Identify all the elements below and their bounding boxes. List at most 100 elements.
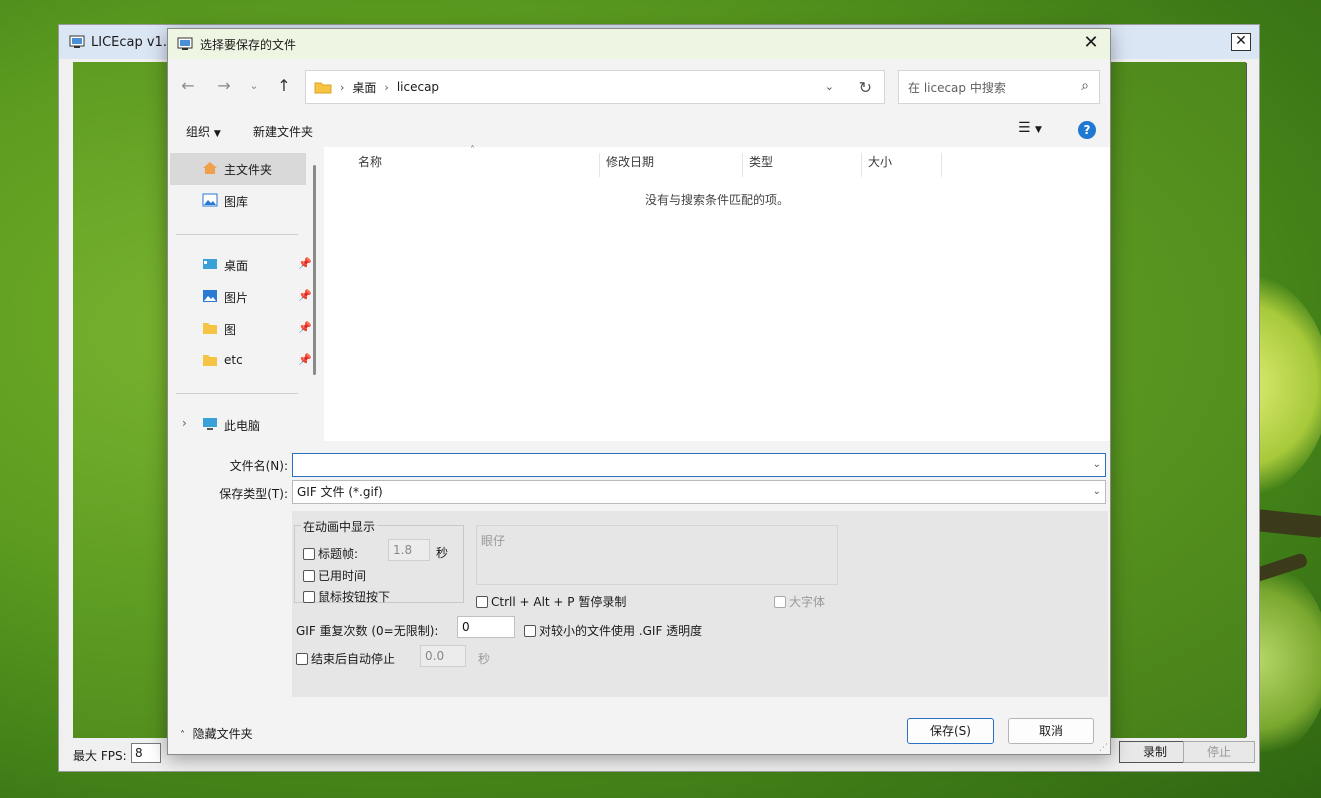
checkbox-label: Ctrll + Alt + P 暂停录制 [491,595,627,609]
nav-scrollbar[interactable] [313,165,316,375]
pin-icon[interactable]: 📌 [298,257,312,270]
nav-item-label: etc [224,353,243,367]
nav-divider [176,234,298,235]
nav-item-home[interactable]: 主文件夹 [170,153,306,185]
back-arrow-icon[interactable]: ← [178,77,198,97]
checkbox-label: 对较小的文件使用 .GIF 透明度 [539,624,703,638]
checkbox-box[interactable] [303,547,315,560]
chevron-down-icon[interactable]: ⌄ [1093,481,1101,503]
nav-item-this-pc[interactable]: › 此电脑 [170,409,306,441]
auto-stop-checkbox[interactable]: 结束后自动停止 [296,650,395,667]
breadcrumb-desktop[interactable]: 桌面 [352,79,376,96]
dialog-footer: ˄ 隐藏文件夹 保存(S) 取消 ⋰ [168,709,1110,755]
empty-message: 没有与搜索条件匹配的项。 [644,193,789,207]
view-options-icon[interactable]: ☰ ▼ [1018,120,1042,136]
filename-label: 文件名(N): [229,459,288,473]
checkbox-box[interactable] [303,590,315,603]
filetype-label: 保存类型(T): [219,487,288,501]
nav-item-label: 主文件夹 [224,163,273,177]
checkbox-box[interactable] [303,569,315,582]
computer-icon [203,418,217,430]
column-header-size[interactable]: 大小 [862,153,942,177]
filename-input[interactable]: ⌄ [292,453,1106,477]
file-list[interactable]: ˄ 名称 修改日期 类型 大小 没有与搜索条件匹配的项。 [324,145,1110,441]
nav-item-etc[interactable]: etc 📌 [170,345,312,377]
mouse-button-checkbox[interactable]: 鼠标按钮按下 [303,588,390,605]
forward-arrow-icon[interactable]: → [214,77,234,97]
folder-icon [203,355,217,366]
organize-label: 组织 [186,125,211,139]
search-icon[interactable]: ⌕ [1081,78,1089,94]
column-header-name[interactable]: 名称 [352,153,600,177]
checkbox-label: 标题帧: [318,547,359,561]
save-button[interactable]: 保存(S) [907,718,994,744]
help-icon[interactable]: ? [1078,121,1096,139]
breadcrumb-separator-icon: › [340,80,345,94]
home-icon [203,162,217,174]
auto-stop-seconds-input[interactable]: 0.0 [420,645,466,667]
cancel-button[interactable]: 取消 [1008,718,1094,744]
filetype-select[interactable]: GIF 文件 (*.gif) ⌄ [292,480,1106,504]
nav-item-label: 图 [224,323,237,337]
nav-item-desktop[interactable]: 桌面 📌 [170,249,312,281]
pause-hotkey-checkbox[interactable]: Ctrll + Alt + P 暂停录制 [476,593,626,610]
fps-label: 最大 FPS: [73,749,127,763]
up-arrow-icon[interactable]: ↑ [274,77,294,97]
licecap-app-icon [69,35,85,48]
pin-icon[interactable]: 📌 [298,289,312,302]
stop-button[interactable]: 停止 [1183,741,1255,763]
pin-icon[interactable]: 📌 [298,321,312,334]
dialog-titlebar: 选择要保存的文件 [168,29,1110,59]
breadcrumb-separator-icon: › [384,80,389,94]
filetype-value: GIF 文件 (*.gif) [297,485,383,499]
big-font-checkbox[interactable]: 大字体 [774,593,825,610]
organize-menu[interactable]: 组织 ▼ [186,123,221,140]
recent-locations-chevron-icon[interactable]: ⌄ [244,77,264,97]
folder-icon [203,323,217,334]
hide-folders-toggle[interactable]: ˄ 隐藏文件夹 [180,725,253,742]
title-text-box[interactable]: 眼仔 [476,525,838,585]
group-title: 在动画中显示 [301,518,378,535]
breadcrumb-licecap[interactable]: licecap [397,80,439,94]
navigation-pane: 主文件夹 图库 桌面 📌 图片 📌 图 📌 etc 📌 › 此电脑 [168,147,324,441]
chevron-down-icon: ▼ [213,129,221,139]
column-header-type[interactable]: 类型 [743,153,862,177]
folder-icon [314,82,332,94]
nav-item-label: 此电脑 [224,419,261,433]
nav-item-label: 图片 [224,291,249,305]
command-toolbar: 组织 ▼ 新建文件夹 ☰ ▼ ? [168,115,1110,147]
address-dropdown-icon[interactable]: ⌄ [825,80,834,93]
title-frame-seconds-input[interactable]: 1.8 [388,539,430,561]
close-icon[interactable]: ✕ [1080,33,1102,55]
gif-repeat-input[interactable]: 0 [457,616,515,638]
gif-repeat-label: GIF 重复次数 (0=无限制): [296,624,439,638]
expand-chevron-icon[interactable]: › [182,416,187,430]
checkbox-box[interactable] [774,595,786,608]
title-frame-checkbox[interactable]: 标题帧: [303,545,358,562]
column-header-modified[interactable]: 修改日期 [600,153,743,177]
resize-grip-icon[interactable]: ⋰ [1099,743,1108,753]
search-box[interactable]: 在 licecap 中搜索 ⌕ [898,70,1100,104]
nav-item-folder-tu[interactable]: 图 📌 [170,313,312,345]
pin-icon[interactable]: 📌 [298,353,312,366]
save-file-dialog: 选择要保存的文件 ✕ ← → ⌄ ↑ › 桌面 › licecap ⌄ ↻ 在 … [167,28,1111,755]
gif-transparency-checkbox[interactable]: 对较小的文件使用 .GIF 透明度 [524,622,702,639]
nav-item-pictures[interactable]: 图片 📌 [170,281,312,313]
record-button[interactable]: 录制 [1119,741,1191,763]
chevron-down-icon[interactable]: ⌄ [1093,454,1101,476]
refresh-icon[interactable]: ↻ [859,78,872,97]
fps-input[interactable]: 8 [131,743,161,763]
desktop-icon [203,259,217,269]
address-bar[interactable]: › 桌面 › licecap ⌄ ↻ [305,70,885,104]
search-input[interactable]: 在 licecap 中搜索 [908,79,1006,96]
checkbox-box[interactable] [296,652,308,665]
checkbox-label: 结束后自动停止 [311,652,396,666]
nav-item-label: 图库 [224,195,249,209]
chevron-up-icon: ˄ [180,730,185,741]
nav-item-gallery[interactable]: 图库 [170,185,306,217]
elapsed-time-checkbox[interactable]: 已用时间 [303,567,366,584]
checkbox-box[interactable] [476,595,488,608]
licecap-close-button[interactable]: ✕ [1231,33,1251,51]
checkbox-box[interactable] [524,624,536,637]
new-folder-button[interactable]: 新建文件夹 [253,123,313,140]
